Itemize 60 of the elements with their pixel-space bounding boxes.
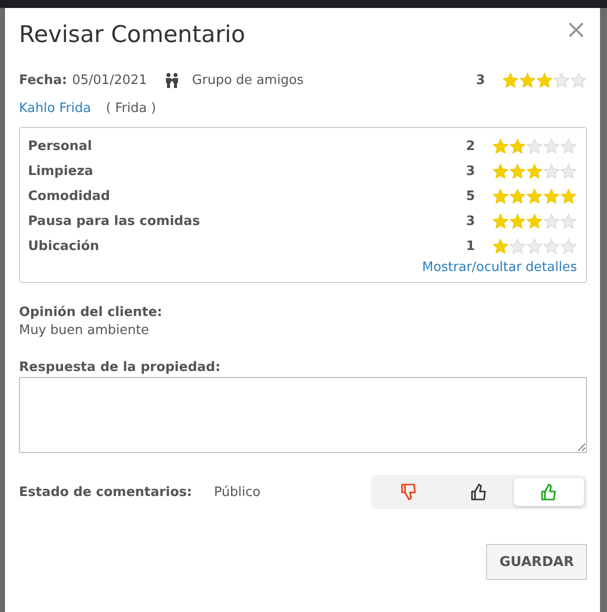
rating-label: Ubicación xyxy=(28,239,100,254)
rating-label: Limpieza xyxy=(28,164,94,179)
response-label: Respuesta de la propiedad: xyxy=(19,360,222,375)
opinion-label: Opinión del cliente: xyxy=(19,305,164,320)
toggle-details-link[interactable]: Mostrar/ocultar detalles xyxy=(422,260,577,275)
rating-score: 3 xyxy=(466,164,475,179)
date-label: Fecha: xyxy=(19,72,68,88)
group-icon xyxy=(164,72,180,88)
opinion-text: Muy buen ambiente xyxy=(19,323,150,338)
star-icon xyxy=(492,238,509,255)
star-icon xyxy=(502,72,519,88)
star-icon xyxy=(560,163,577,180)
star-icon xyxy=(509,238,526,255)
star-icon xyxy=(509,188,526,205)
star-icon xyxy=(509,163,526,180)
thumbs-down-icon xyxy=(399,483,419,501)
star-icon xyxy=(570,72,587,88)
rating-label: Personal xyxy=(28,139,93,154)
response-field[interactable] xyxy=(19,377,587,453)
star-icon xyxy=(543,138,560,155)
star-icon xyxy=(519,72,536,88)
star-icon xyxy=(526,163,543,180)
star-icon xyxy=(553,72,570,88)
star-icon xyxy=(509,138,526,155)
guest-nickname: ( Frida ) xyxy=(106,101,156,116)
rating-label: Pausa para las comidas xyxy=(28,214,201,229)
star-icon xyxy=(543,238,560,255)
review-date: 05/01/2021 xyxy=(72,72,148,88)
overall-score: 3 xyxy=(476,72,485,88)
star-icon xyxy=(543,213,560,230)
star-icon xyxy=(560,188,577,205)
rating-score: 1 xyxy=(466,239,475,254)
save-button[interactable]: GUARDAR xyxy=(486,544,587,580)
star-icon xyxy=(536,72,553,88)
star-icon xyxy=(492,188,509,205)
star-icon xyxy=(543,163,560,180)
star-icon xyxy=(509,213,526,230)
status-label: Estado de comentarios: xyxy=(19,484,192,500)
status-value: Público xyxy=(214,484,260,500)
star-icon xyxy=(526,138,543,155)
star-icon xyxy=(526,213,543,230)
guest-name-link[interactable]: Kahlo Frida xyxy=(19,101,91,116)
thumbs-up-icon xyxy=(539,483,559,501)
star-icon xyxy=(543,188,560,205)
star-icon xyxy=(492,213,509,230)
star-icon xyxy=(526,188,543,205)
star-icon xyxy=(560,213,577,230)
group-type: Grupo de amigos xyxy=(192,72,304,88)
rating-score: 5 xyxy=(466,189,475,204)
rating-score: 3 xyxy=(466,214,475,229)
star-icon xyxy=(492,138,509,155)
close-button[interactable]: × xyxy=(565,20,587,40)
rating-score: 2 xyxy=(466,139,475,154)
star-icon xyxy=(526,238,543,255)
dialog-title: Revisar Comentario xyxy=(19,22,246,48)
thumbs-up-icon xyxy=(469,483,489,501)
star-icon xyxy=(560,238,577,255)
star-icon xyxy=(492,163,509,180)
rating-label: Comodidad xyxy=(28,189,112,204)
star-icon xyxy=(560,138,577,155)
